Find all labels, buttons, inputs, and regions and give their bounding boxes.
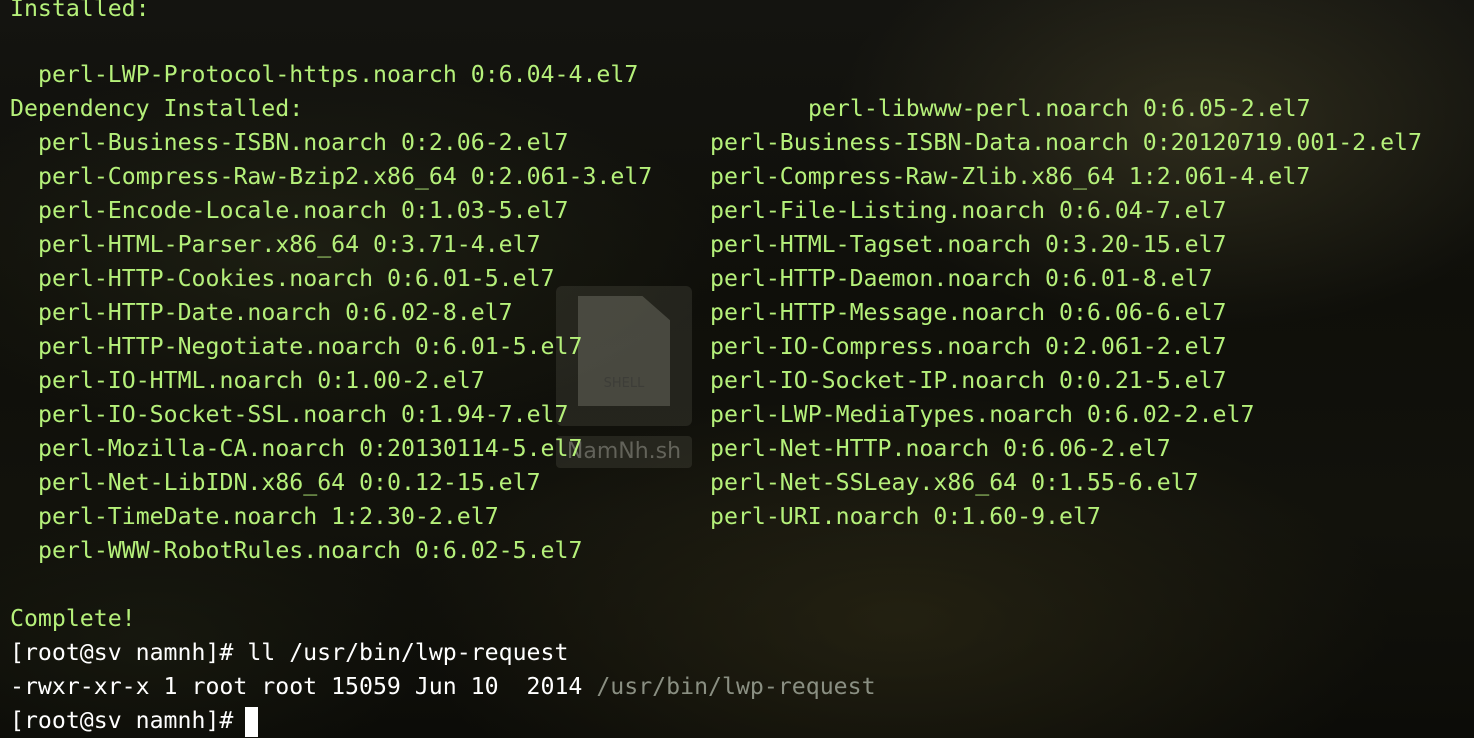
dependency-package: perl-TimeDate.noarch 1:2.30-2.el7 <box>38 503 499 530</box>
watermark-doc-label: SHELL <box>603 376 645 391</box>
dependency-package: perl-Business-ISBN-Data.noarch 0:2012071… <box>710 129 1422 156</box>
installed-header: Installed: <box>10 0 150 22</box>
document-icon: SHELL <box>578 296 670 406</box>
dependency-package: perl-IO-HTML.noarch 0:1.00-2.el7 <box>38 367 485 394</box>
installed-package: perl-libwww-perl.noarch 0:6.05-2.el7 <box>808 95 1311 122</box>
dependency-package: perl-HTTP-Date.noarch 0:6.02-8.el7 <box>38 299 513 326</box>
dependency-package: perl-Compress-Raw-Bzip2.x86_64 0:2.061-3… <box>38 163 653 190</box>
dependency-package: perl-Business-ISBN.noarch 0:2.06-2.el7 <box>38 129 569 156</box>
dependency-header: Dependency Installed: <box>10 95 304 122</box>
installed-package: perl-LWP-Protocol-https.noarch 0:6.04-4.… <box>38 61 639 88</box>
dependency-package: perl-Net-SSLeay.x86_64 0:1.55-6.el7 <box>710 469 1199 496</box>
dependency-package: perl-WWW-RobotRules.noarch 0:6.02-5.el7 <box>38 537 583 564</box>
command-line: [root@sv namnh]# ll /usr/bin/lwp-request <box>10 636 568 670</box>
dependency-package: perl-HTML-Parser.x86_64 0:3.71-4.el7 <box>38 231 541 258</box>
command-text: ll /usr/bin/lwp-request <box>247 639 569 666</box>
dependency-package: perl-Compress-Raw-Zlib.x86_64 1:2.061-4.… <box>710 163 1311 190</box>
active-prompt-line[interactable]: [root@sv namnh]# <box>10 704 259 738</box>
dependency-package: perl-LWP-MediaTypes.noarch 0:6.02-2.el7 <box>710 401 1255 428</box>
dependency-package: perl-IO-Socket-IP.noarch 0:0.21-5.el7 <box>710 367 1227 394</box>
dependency-package: perl-HTTP-Cookies.noarch 0:6.01-5.el7 <box>38 265 555 292</box>
dependency-package: perl-URI.noarch 0:1.60-9.el7 <box>710 503 1101 530</box>
installed-row: perl-LWP-Protocol-https.noarch 0:6.04-4.… <box>10 24 1311 122</box>
dependency-package: perl-HTTP-Message.noarch 0:6.06-6.el7 <box>710 299 1227 326</box>
dependency-package: perl-Net-HTTP.noarch 0:6.06-2.el7 <box>710 435 1171 462</box>
dependency-package: perl-IO-Compress.noarch 0:2.061-2.el7 <box>710 333 1227 360</box>
dependency-package: perl-IO-Socket-SSL.noarch 0:1.94-7.el7 <box>38 401 569 428</box>
dependency-package: perl-HTTP-Daemon.noarch 0:6.01-8.el7 <box>710 265 1213 292</box>
dependency-package: perl-Net-LibIDN.x86_64 0:0.12-15.el7 <box>38 469 541 496</box>
complete-message: Complete! <box>10 605 136 632</box>
ls-output-details: -rwxr-xr-x 1 root root 15059 Jun 10 2014 <box>10 673 583 700</box>
shell-prompt: [root@sv namnh]# <box>10 707 234 734</box>
text-cursor <box>245 706 259 737</box>
dependency-package: perl-Mozilla-CA.noarch 0:20130114-5.el7 <box>38 435 583 462</box>
ls-output: -rwxr-xr-x 1 root root 15059 Jun 10 2014… <box>10 670 876 704</box>
dependency-package: perl-File-Listing.noarch 0:6.04-7.el7 <box>710 197 1227 224</box>
terminal-window[interactable]: SHELL NamNh.sh Installed: perl-LWP-Proto… <box>0 0 1474 738</box>
dependency-package: perl-HTML-Tagset.noarch 0:3.20-15.el7 <box>710 231 1227 258</box>
dependency-package: perl-Encode-Locale.noarch 0:1.03-5.el7 <box>38 197 569 224</box>
dependency-package: perl-HTTP-Negotiate.noarch 0:6.01-5.el7 <box>38 333 583 360</box>
ls-output-path: /usr/bin/lwp-request <box>596 673 876 700</box>
shell-prompt: [root@sv namnh]# <box>10 639 234 666</box>
